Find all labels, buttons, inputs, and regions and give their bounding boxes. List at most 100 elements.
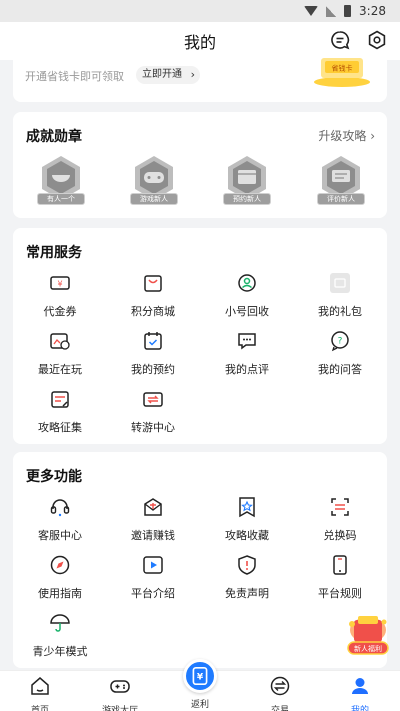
service-label: 我的礼包 — [318, 305, 362, 318]
feature-label: 平台规则 — [318, 587, 362, 600]
achievement-badges-card: 成就勋章 升级攻略 › 有人一个 游戏新人 预约新人 评价新人 — [13, 112, 387, 218]
more-features-title: 更多功能 — [26, 469, 82, 485]
phone-rules-icon — [333, 555, 347, 575]
guide-collect-icon — [51, 391, 69, 408]
savings-card-image[interactable]: 省钱卡 — [311, 58, 373, 88]
tab-label: 交易 — [270, 706, 289, 711]
headset-icon — [50, 499, 70, 517]
badge-3[interactable]: 预约新人 — [223, 155, 271, 207]
service-recycle[interactable]: 小号回收 — [200, 272, 294, 319]
feature-redeem-code[interactable]: 兑换码 — [293, 496, 387, 543]
feature-disclaimer[interactable]: 免责声明 — [200, 554, 294, 601]
invite-icon — [144, 498, 162, 516]
common-services-card: 常用服务 ¥ 代金券 积分商城 小号回收 我的礼包 最近在玩 我的预约 我的点评… — [13, 228, 387, 444]
tab-label: 首页 — [30, 706, 49, 711]
feature-user-guide[interactable]: 使用指南 — [13, 554, 107, 601]
recent-play-icon — [50, 333, 70, 350]
service-review[interactable]: 我的点评 — [200, 330, 294, 377]
message-icon[interactable] — [330, 30, 350, 50]
home-icon — [31, 677, 49, 695]
service-label: 攻略征集 — [38, 421, 82, 434]
service-label: 积分商城 — [131, 305, 175, 318]
service-label: 最近在玩 — [38, 363, 82, 376]
umbrella-icon — [50, 614, 70, 632]
feature-invite[interactable]: 邀请赚钱 — [106, 496, 200, 543]
svg-text:¥: ¥ — [197, 673, 204, 683]
voucher-icon: ¥ — [50, 276, 70, 290]
settings-icon[interactable] — [367, 30, 387, 50]
services-title: 常用服务 — [26, 245, 82, 261]
newcomer-gift-float-button[interactable]: 新人福利 — [344, 612, 392, 658]
feature-teen-mode[interactable]: 青少年模式 — [13, 612, 107, 659]
badge-2[interactable]: 游戏新人 — [130, 155, 178, 207]
profile-icon — [352, 678, 368, 694]
feature-label: 免责声明 — [225, 587, 269, 600]
activate-now-button[interactable]: 立即开通 › — [136, 66, 200, 84]
tab-home[interactable]: 首页 — [5, 675, 75, 711]
feature-customer-service[interactable]: 客服中心 — [13, 496, 107, 543]
savings-card-banner: 开通省钱卡即可领取 立即开通 › 省钱卡 — [13, 58, 387, 102]
feature-label: 青少年模式 — [32, 645, 88, 658]
service-gift-box[interactable]: 我的礼包 — [293, 272, 387, 319]
tab-label: 游戏大厅 — [101, 706, 138, 711]
qa-icon: ? — [331, 331, 349, 352]
service-label: 我的问答 — [318, 363, 362, 376]
service-qa[interactable]: ? 我的问答 — [293, 330, 387, 377]
battery-icon — [344, 5, 352, 17]
feature-label: 攻略收藏 — [225, 529, 269, 542]
svg-text:?: ? — [338, 337, 343, 347]
service-recent-play[interactable]: 最近在玩 — [13, 330, 107, 377]
wifi-icon — [304, 6, 319, 16]
star-bookmark-icon — [239, 497, 255, 518]
badge-1[interactable]: 有人一个 — [37, 155, 85, 207]
badge-label-1: 有人一个 — [37, 193, 85, 205]
newcomer-gift-label: 新人福利 — [354, 644, 382, 653]
service-label: 小号回收 — [225, 305, 269, 318]
activate-now-label: 立即开通 — [142, 69, 182, 80]
badge-label-4: 评价新人 — [317, 193, 365, 205]
service-label: 我的预约 — [131, 363, 175, 376]
tab-label: 我的 — [350, 706, 369, 711]
service-label: 转游中心 — [131, 421, 175, 434]
badges-title: 成就勋章 — [26, 129, 82, 145]
service-mall[interactable]: 积分商城 — [106, 272, 200, 319]
feature-platform-intro[interactable]: 平台介绍 — [106, 554, 200, 601]
recycle-icon — [238, 274, 256, 292]
service-transfer[interactable]: 转游中心 — [106, 388, 200, 435]
service-label: 代金券 — [43, 305, 77, 318]
tab-game-hall[interactable]: 游戏大厅 — [85, 675, 155, 711]
play-video-icon — [143, 556, 163, 574]
rebate-icon[interactable]: ¥ — [183, 659, 217, 693]
transfer-icon — [143, 392, 163, 407]
feature-label: 兑换码 — [323, 529, 357, 542]
disclaimer-icon — [238, 555, 256, 575]
chevron-right-icon: › — [190, 68, 195, 81]
redeem-code-icon — [331, 498, 349, 516]
service-guide-collect[interactable]: 攻略征集 — [13, 388, 107, 435]
page-title: 我的 — [183, 33, 216, 52]
upgrade-guide-link[interactable]: 升级攻略 › — [318, 127, 375, 144]
status-time: 3:28 — [359, 4, 386, 18]
more-features-card: 更多功能 客服中心 邀请赚钱 攻略收藏 兑换码 使用指南 平台介绍 免责声明 平… — [13, 452, 387, 668]
feature-platform-rules[interactable]: 平台规则 — [293, 554, 387, 601]
upgrade-guide-label: 升级攻略 — [318, 129, 367, 143]
tab-profile[interactable]: 我的 — [325, 675, 395, 711]
signal-icon — [326, 5, 337, 17]
reservation-icon — [144, 332, 162, 350]
service-voucher[interactable]: ¥ 代金券 — [13, 272, 107, 319]
review-icon — [238, 333, 256, 350]
gift-box-icon — [330, 273, 350, 293]
feature-label: 邀请赚钱 — [131, 529, 175, 542]
service-label: 我的点评 — [225, 363, 269, 376]
mall-icon — [144, 275, 162, 292]
feature-label: 客服中心 — [38, 529, 82, 542]
service-reservation[interactable]: 我的预约 — [106, 330, 200, 377]
tab-rebate[interactable]: 返利 — [165, 697, 235, 710]
trade-icon — [270, 676, 290, 696]
savings-card-label: 省钱卡 — [332, 64, 353, 73]
tab-trade[interactable]: 交易 — [245, 675, 315, 711]
badge-4[interactable]: 评价新人 — [317, 155, 365, 207]
feature-guide-bookmark[interactable]: 攻略收藏 — [200, 496, 294, 543]
badge-label-3: 预约新人 — [223, 193, 271, 205]
svg-text:¥: ¥ — [57, 280, 62, 289]
